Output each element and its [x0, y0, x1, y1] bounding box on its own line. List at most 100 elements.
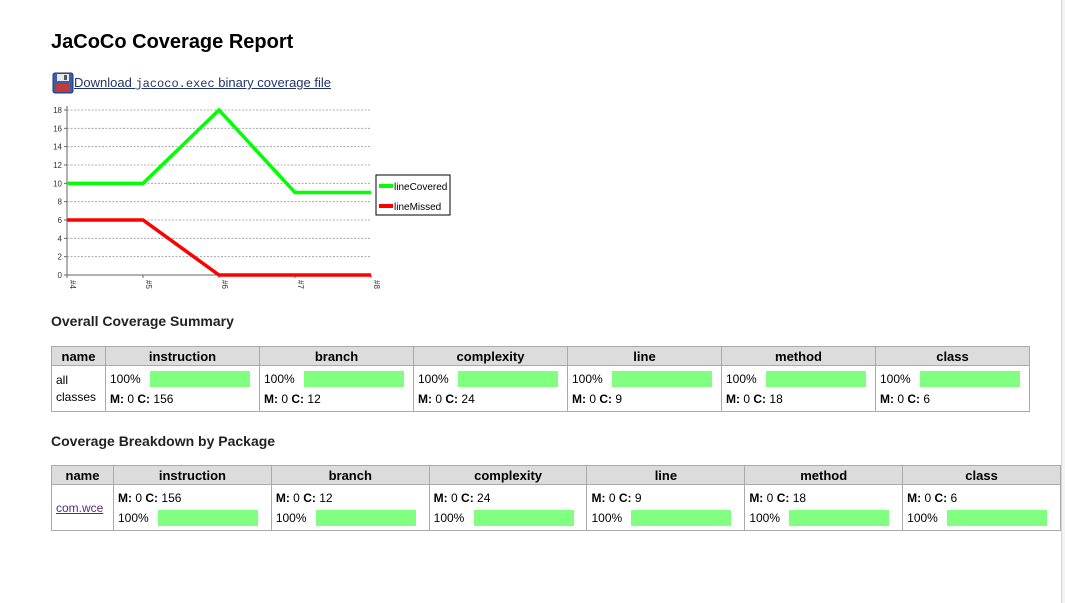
covered-value: 9 [615, 391, 623, 406]
series-line-lineCovered [67, 107, 371, 195]
package-link[interactable]: com.wce [56, 501, 103, 515]
y-tick-label: 4 [58, 234, 63, 243]
missed-label: M: [110, 391, 124, 406]
covered-label: C: [461, 490, 474, 505]
col-branch: branch [259, 346, 414, 366]
percent-value: 100% [418, 371, 449, 386]
covered-label: C: [753, 391, 767, 406]
covered-label: C: [145, 490, 159, 505]
x-tick-label: #8 [372, 280, 381, 289]
coverage-bar [947, 509, 1048, 526]
table-row: all classes 100% M: 0 C: 156 100% M: 0 C: 1… [51, 365, 1030, 412]
missed-label: M: [118, 490, 132, 505]
covered-label: C: [776, 490, 790, 505]
coverage-cell: 100% M: 0 C: 12 [259, 365, 414, 412]
coverage-bar [631, 509, 732, 526]
download-link[interactable]: Download jacoco.exec binary coverage fil… [74, 75, 331, 91]
covered-value: 12 [319, 490, 333, 505]
row-name-line2: classes [56, 389, 97, 404]
row-name-cell: com.wce [51, 484, 114, 531]
percent-value: 100% [749, 510, 781, 525]
missed-covered: M: 0 C: 156 [110, 389, 255, 409]
covered-label: C: [599, 391, 613, 406]
covered-value: 24 [461, 391, 475, 406]
col-class: class [875, 346, 1030, 366]
col-class: class [902, 465, 1061, 485]
y-tick-label: 12 [53, 161, 62, 170]
coverage-bar [920, 370, 1020, 387]
col-line: line [567, 346, 722, 366]
missed-value: 0 [743, 391, 751, 406]
covered-value: 18 [769, 391, 783, 406]
percent-value: 100% [264, 371, 295, 386]
y-tick-label: 18 [53, 106, 62, 115]
covered-label: C: [934, 490, 948, 505]
y-tick-label: 8 [58, 198, 63, 207]
covered-label: C: [291, 391, 305, 406]
coverage-bar [612, 370, 712, 387]
coverage-cell: M: 0 C: 9 100% [586, 484, 746, 531]
coverage-bar [304, 370, 404, 387]
col-method: method [721, 346, 876, 366]
coverage-cell: M: 0 C: 18 100% [744, 484, 904, 531]
y-tick-label: 14 [53, 143, 62, 152]
coverage-cell: 100% M: 0 C: 6 [875, 365, 1030, 412]
col-branch: branch [270, 465, 430, 485]
covered-value: 24 [477, 490, 491, 505]
y-tick-label: 2 [58, 253, 63, 262]
coverage-bar [473, 509, 574, 526]
percent-value: 100% [118, 510, 149, 525]
covered-value: 156 [161, 490, 182, 505]
missed-covered: M: 0 C: 12 [264, 389, 409, 409]
x-tick-label: #5 [144, 280, 153, 289]
percent-value: 100% [591, 510, 623, 525]
percent-value: 100% [110, 371, 141, 386]
coverage-trend-chart: 0 2 4 6 8 10 12 14 16 18 #4 #5 #6 #7 #8 lineCovered line… [53, 106, 451, 289]
missed-covered: M: 0 C: 156 [118, 488, 267, 508]
coverage-cell: 100% M: 0 C: 9 [567, 365, 722, 412]
overall-header-row: name instruction branch complexity line … [51, 346, 1030, 366]
percent-value: 100% [275, 510, 307, 525]
table-row: com.wce M: 0 C: 156 100% M: 0 C: 12 100% M: … [51, 484, 1061, 531]
series-line-lineMissed [67, 218, 371, 277]
col-complexity: complexity [428, 465, 588, 485]
x-tick-label: #6 [220, 280, 229, 289]
missed-label: M: [749, 490, 764, 505]
covered-value: 18 [792, 490, 807, 505]
coverage-bar [789, 509, 890, 526]
legend-label: lineCovered [394, 182, 447, 193]
x-tick-label: #4 [68, 280, 77, 289]
missed-value: 0 [766, 490, 774, 505]
coverage-cell: 100% M: 0 C: 24 [413, 365, 568, 412]
breakdown-heading: Coverage Breakdown by Package [51, 433, 276, 449]
y-tick-label: 6 [58, 216, 63, 225]
row-name-cell: all classes [51, 365, 106, 412]
missed-label: M: [264, 391, 278, 406]
col-instruction: instruction [113, 465, 272, 485]
missed-value: 0 [127, 391, 135, 406]
missed-covered: M: 0 C: 9 [572, 389, 717, 409]
covered-value: 6 [950, 490, 958, 505]
covered-value: 156 [153, 391, 174, 406]
covered-label: C: [445, 391, 459, 406]
missed-covered: M: 0 C: 12 [276, 488, 425, 508]
y-tick-label: 0 [58, 271, 63, 280]
coverage-cell: M: 0 C: 6 100% [902, 484, 1061, 531]
col-complexity: complexity [413, 346, 568, 366]
overall-summary-heading: Overall Coverage Summary [51, 313, 234, 329]
y-tick-label: 16 [53, 124, 62, 133]
covered-label: C: [618, 490, 632, 505]
col-name: name [51, 465, 114, 485]
coverage-cell: M: 0 C: 24 100% [428, 484, 588, 531]
x-tick-label: #7 [296, 280, 305, 289]
package-breakdown-table: name instruction branch complexity line … [51, 465, 1061, 531]
missed-value: 0 [608, 490, 616, 505]
missed-covered: M: 0 C: 9 [591, 488, 740, 508]
download-row: Download jacoco.exec binary coverage fil… [52, 72, 331, 94]
coverage-bar [315, 509, 416, 526]
covered-label: C: [303, 490, 316, 505]
percent-value: 100% [726, 371, 757, 386]
coverage-bar [158, 509, 258, 526]
coverage-cell: M: 0 C: 156 100% [113, 484, 272, 531]
missed-covered: M: 0 C: 24 [418, 389, 563, 409]
